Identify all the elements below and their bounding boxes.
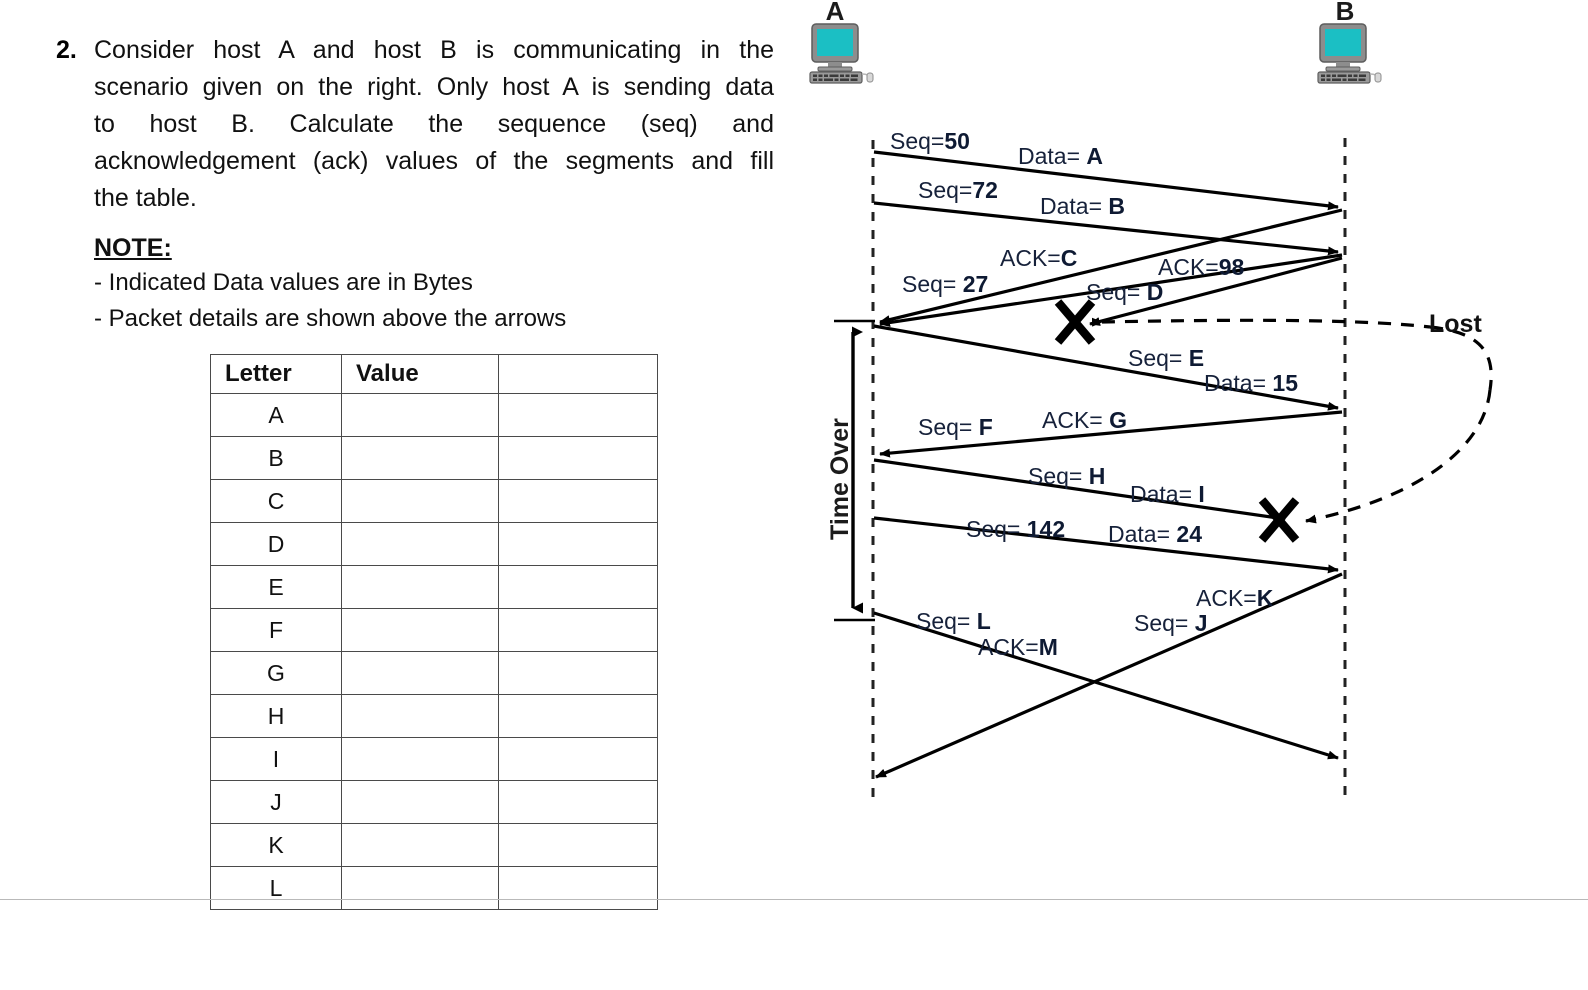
cell-value[interactable]	[341, 565, 499, 609]
label-seq-72: Seq=72	[918, 177, 998, 203]
cell-letter: D	[210, 522, 342, 566]
cell-extra[interactable]	[498, 866, 658, 910]
cell-extra[interactable]	[498, 694, 658, 738]
cell-value[interactable]	[341, 737, 499, 781]
host-a-computer-icon	[806, 22, 878, 88]
label-ack-c: ACK=C	[1000, 245, 1078, 271]
time-over-label: Time Over	[826, 418, 854, 540]
cell-letter: K	[210, 823, 342, 867]
column-header-letter: Letter	[210, 354, 342, 394]
cell-extra[interactable]	[498, 651, 658, 695]
x-mark-lost-1	[1054, 299, 1096, 345]
note-item-2: - Packet details are shown above the arr…	[94, 305, 567, 332]
label-seq-142: Seq= 142	[966, 516, 1066, 542]
letter-value-table-wrapper: Letter Value A B C D E F G H I J K L	[210, 354, 658, 910]
label-seq-h: Seq= H	[1028, 463, 1106, 489]
cell-extra[interactable]	[498, 823, 658, 867]
cell-letter: A	[210, 393, 342, 437]
cell-extra[interactable]	[498, 479, 658, 523]
cell-value[interactable]	[341, 694, 499, 738]
table-header-row: Letter Value	[210, 354, 658, 394]
question-line-4: acknowledgement (ack) values of the segm…	[94, 147, 774, 175]
cell-extra[interactable]	[498, 565, 658, 609]
question-block: 2. Consider host A and host B is communi…	[56, 32, 792, 337]
table-body: A B C D E F G H I J K L	[210, 393, 658, 910]
label-seq-f: Seq= F	[918, 414, 993, 440]
letter-value-table: Letter Value A B C D E F G H I J K L	[210, 354, 658, 910]
table-row: C	[210, 479, 658, 523]
question-line-2: scenario given on the right. Only host A…	[94, 73, 774, 101]
cell-letter: E	[210, 565, 342, 609]
label-data-a: Data= A	[1018, 143, 1104, 169]
cell-letter: H	[210, 694, 342, 738]
label-ack-k: ACK=K	[1196, 585, 1274, 611]
page-bottom-rule	[0, 899, 1588, 900]
cell-letter: G	[210, 651, 342, 695]
lost-bracket-lower	[1305, 389, 1492, 524]
table-row: D	[210, 522, 658, 566]
label-data-24: Data= 24	[1108, 521, 1202, 547]
cell-extra[interactable]	[498, 393, 658, 437]
note-item-1: - Indicated Data values are in Bytes	[94, 269, 473, 296]
cell-extra[interactable]	[498, 737, 658, 781]
cell-extra[interactable]	[498, 608, 658, 652]
cell-value[interactable]	[341, 651, 499, 695]
table-row: L	[210, 866, 658, 910]
cell-letter: B	[210, 436, 342, 480]
table-row: A	[210, 393, 658, 437]
label-ack-98: ACK=98	[1158, 254, 1245, 280]
question-number: 2.	[56, 36, 77, 64]
cell-value[interactable]	[341, 608, 499, 652]
table-row: B	[210, 436, 658, 480]
cell-value[interactable]	[341, 393, 499, 437]
label-ack-m: ACK=M	[978, 634, 1058, 660]
label-data-b: Data= B	[1040, 193, 1126, 219]
label-seq-d: Seq= D	[1086, 279, 1164, 305]
question-line-1: Consider host A and host B is communicat…	[94, 36, 774, 64]
table-row: J	[210, 780, 658, 824]
cell-letter: J	[210, 780, 342, 824]
column-header-extra	[498, 354, 658, 394]
label-seq-e: Seq= E	[1128, 345, 1205, 371]
table-row: F	[210, 608, 658, 652]
table-row: H	[210, 694, 658, 738]
lost-bracket-upper	[1091, 317, 1431, 329]
question-line-5: the table.	[94, 184, 197, 212]
cell-letter: F	[210, 608, 342, 652]
table-row: K	[210, 823, 658, 867]
question-line-3: to host B. Calculate the sequence (seq) …	[94, 110, 774, 138]
label-seq-j: Seq= J	[1134, 610, 1208, 636]
table-row: E	[210, 565, 658, 609]
cell-letter: I	[210, 737, 342, 781]
label-seq-50: Seq=50	[890, 128, 970, 154]
table-row: I	[210, 737, 658, 781]
cell-value[interactable]	[341, 866, 499, 910]
question-text: Consider host A and host B is communicat…	[94, 32, 774, 217]
label-seq-27: Seq= 27	[902, 271, 989, 297]
cell-extra[interactable]	[498, 436, 658, 480]
host-b-computer-icon	[1314, 22, 1386, 88]
cell-value[interactable]	[341, 823, 499, 867]
page-canvas: 2. Consider host A and host B is communi…	[0, 0, 1588, 990]
label-seq-l: Seq= L	[916, 608, 991, 634]
cell-extra[interactable]	[498, 522, 658, 566]
note-title: NOTE:	[94, 234, 172, 262]
sequence-diagram: A B Time Over Lost Seq=50 Data= A Seq=72…	[790, 0, 1588, 900]
cell-value[interactable]	[341, 479, 499, 523]
x-mark-lost-2	[1258, 497, 1300, 543]
cell-value[interactable]	[341, 436, 499, 480]
arrow-seq-142	[873, 516, 1339, 574]
cell-letter: C	[210, 479, 342, 523]
cell-extra[interactable]	[498, 780, 658, 824]
lost-label: Lost	[1429, 310, 1482, 338]
column-header-value: Value	[341, 354, 499, 394]
cell-letter: L	[210, 866, 342, 910]
label-data-15: Data= 15	[1204, 370, 1298, 396]
cell-value[interactable]	[341, 522, 499, 566]
label-ack-g: ACK= G	[1042, 407, 1128, 433]
table-row: G	[210, 651, 658, 695]
label-data-i: Data= I	[1130, 481, 1205, 507]
cell-value[interactable]	[341, 780, 499, 824]
